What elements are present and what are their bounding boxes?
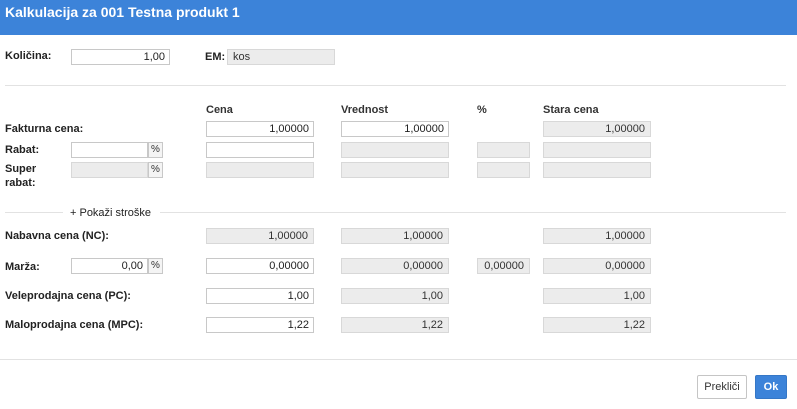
column-cena: Cena [206, 104, 233, 116]
unit-label: EM: [205, 51, 226, 63]
veleprodajna-label: Veleprodajna cena (PC): [5, 290, 131, 302]
maloprodajna-stara-cena: 1,22 [543, 317, 651, 333]
column-vrednost: Vrednost [341, 104, 389, 116]
marza-percent: 0,00000 [477, 258, 530, 274]
marza-percent-input[interactable] [71, 258, 148, 274]
nabavna-label: Nabavna cena (NC): [5, 230, 109, 242]
nabavna-vrednost: 1,00000 [341, 228, 449, 244]
rabat-percent [477, 142, 530, 158]
super-rabat-vrednost [341, 162, 449, 178]
unit-value: kos [227, 49, 335, 65]
rabat-vrednost [341, 142, 449, 158]
super-rabat-percent-field [71, 162, 148, 178]
cancel-button[interactable]: Prekliči [697, 375, 747, 399]
column-percent: % [477, 104, 487, 116]
rabat-percent-symbol: % [148, 142, 163, 158]
veleprodajna-stara-cena: 1,00 [543, 288, 651, 304]
rabat-cena-input[interactable] [206, 142, 314, 158]
super-rabat-label-line1: Super [5, 163, 37, 175]
fakturna-vrednost-input[interactable] [341, 121, 449, 137]
maloprodajna-label: Maloprodajna cena (MPC): [5, 319, 144, 331]
super-rabat-stara-cena [543, 162, 651, 178]
super-rabat-cena [206, 162, 314, 178]
nabavna-cena: 1,00000 [206, 228, 314, 244]
column-stara-cena: Stara cena [543, 104, 599, 116]
fakturna-stara-cena: 1,00000 [543, 121, 651, 137]
rabat-label: Rabat: [5, 144, 40, 156]
maloprodajna-cena-input[interactable] [206, 317, 314, 333]
quantity-label: Količina: [5, 50, 52, 62]
ok-button[interactable]: Ok [755, 375, 787, 399]
divider [5, 85, 786, 86]
dialog-header: Kalkulacija za 001 Testna produkt 1 [0, 0, 797, 35]
footer-divider [0, 359, 797, 360]
rabat-percent-input[interactable] [71, 142, 148, 158]
veleprodajna-cena-input[interactable] [206, 288, 314, 304]
marza-stara-cena: 0,00000 [543, 258, 651, 274]
rabat-stara-cena [543, 142, 651, 158]
super-rabat-label-line2: rabat: [5, 177, 36, 189]
super-rabat-percent-symbol: % [148, 162, 163, 178]
super-rabat-percent [477, 162, 530, 178]
quantity-input[interactable] [71, 49, 170, 65]
veleprodajna-vrednost: 1,00 [341, 288, 449, 304]
divider-left [5, 212, 63, 213]
marza-vrednost: 0,00000 [341, 258, 449, 274]
marza-percent-symbol: % [148, 258, 163, 274]
dialog-title: Kalkulacija za 001 Testna produkt 1 [5, 4, 240, 20]
marza-cena-input[interactable] [206, 258, 314, 274]
fakturna-cena-input[interactable] [206, 121, 314, 137]
show-costs-link[interactable]: + Pokaži stroške [70, 207, 151, 219]
fakturna-label: Fakturna cena: [5, 123, 84, 135]
nabavna-stara-cena: 1,00000 [543, 228, 651, 244]
marza-label: Marža: [5, 261, 40, 273]
maloprodajna-vrednost: 1,22 [341, 317, 449, 333]
divider-right [160, 212, 786, 213]
